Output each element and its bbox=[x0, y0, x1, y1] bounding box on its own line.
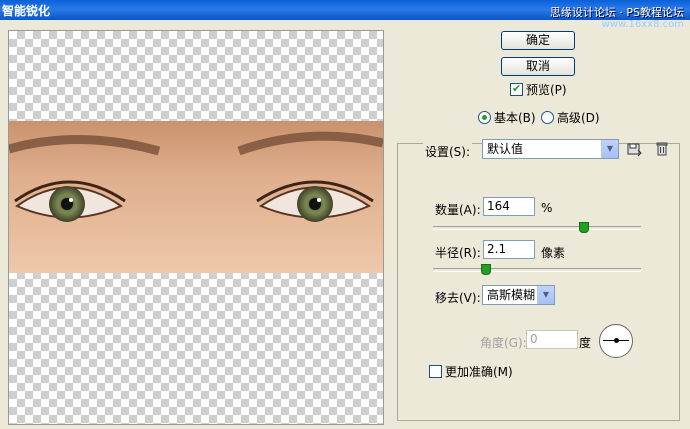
mode-basic-radio[interactable]: 基本(B) bbox=[478, 109, 536, 126]
remove-label: 移去(V): bbox=[435, 291, 481, 305]
eyes-photo bbox=[9, 121, 383, 273]
preview-checkbox[interactable]: ✔ 预览(P) bbox=[510, 81, 567, 98]
radius-slider-thumb[interactable] bbox=[481, 264, 491, 275]
preview-canvas[interactable] bbox=[8, 30, 384, 425]
more-accurate-label: 更加准确(M) bbox=[445, 365, 513, 379]
settings-select[interactable]: 默认值 ▼ bbox=[482, 139, 619, 159]
trash-icon[interactable] bbox=[655, 141, 669, 157]
mode-basic-label: 基本(B) bbox=[494, 111, 536, 125]
amount-slider-thumb[interactable] bbox=[578, 222, 589, 233]
amount-input[interactable]: 164 bbox=[483, 197, 535, 216]
ok-button[interactable]: 确定 bbox=[501, 31, 575, 50]
settings-value: 默认值 bbox=[487, 142, 524, 156]
preview-checkbox-box[interactable]: ✔ bbox=[510, 82, 523, 96]
mode-advanced-label: 高级(D) bbox=[557, 111, 600, 125]
remove-value: 高斯模糊 bbox=[487, 288, 536, 302]
watermark-url: www.16xx8.com bbox=[601, 19, 684, 30]
mode-advanced-radio[interactable]: 高级(D) bbox=[541, 109, 600, 126]
check-icon: ✔ bbox=[512, 82, 522, 95]
radius-label: 半径(R): bbox=[435, 246, 481, 260]
angle-unit: 度 bbox=[579, 336, 592, 350]
window-title: 智能锐化 bbox=[2, 4, 51, 18]
radius-slider-track[interactable] bbox=[433, 268, 641, 272]
remove-select[interactable]: 高斯模糊 ▼ bbox=[482, 285, 555, 305]
amount-slider-track[interactable] bbox=[433, 226, 641, 230]
radio-unselected-icon bbox=[541, 111, 554, 124]
more-accurate-checkbox-box[interactable] bbox=[429, 365, 442, 378]
title-bar[interactable]: 智能锐化 思缘设计论坛 · PS教程论坛 bbox=[0, 0, 690, 20]
angle-dial[interactable] bbox=[599, 324, 633, 358]
cancel-button[interactable]: 取消 bbox=[501, 57, 575, 76]
angle-input[interactable]: 0 bbox=[526, 330, 578, 349]
settings-label: 设置(S): bbox=[423, 143, 473, 160]
radio-selected-icon bbox=[478, 111, 491, 124]
radius-unit: 像素 bbox=[541, 246, 566, 260]
save-settings-icon[interactable] bbox=[626, 141, 642, 157]
dial-hub bbox=[614, 338, 619, 343]
more-accurate-checkbox[interactable]: 更加准确(M) bbox=[429, 363, 513, 380]
angle-label: 角度(G): bbox=[480, 336, 527, 350]
preview-checkbox-label: 预览(P) bbox=[526, 83, 567, 97]
amount-label: 数量(A): bbox=[435, 203, 481, 217]
chevron-down-icon[interactable]: ▼ bbox=[537, 286, 554, 304]
chevron-down-icon[interactable]: ▼ bbox=[601, 140, 618, 158]
watermark-text: 思缘设计论坛 · PS教程论坛 bbox=[549, 6, 684, 19]
radius-input[interactable]: 2.1 bbox=[483, 240, 535, 259]
amount-unit: % bbox=[541, 201, 553, 215]
